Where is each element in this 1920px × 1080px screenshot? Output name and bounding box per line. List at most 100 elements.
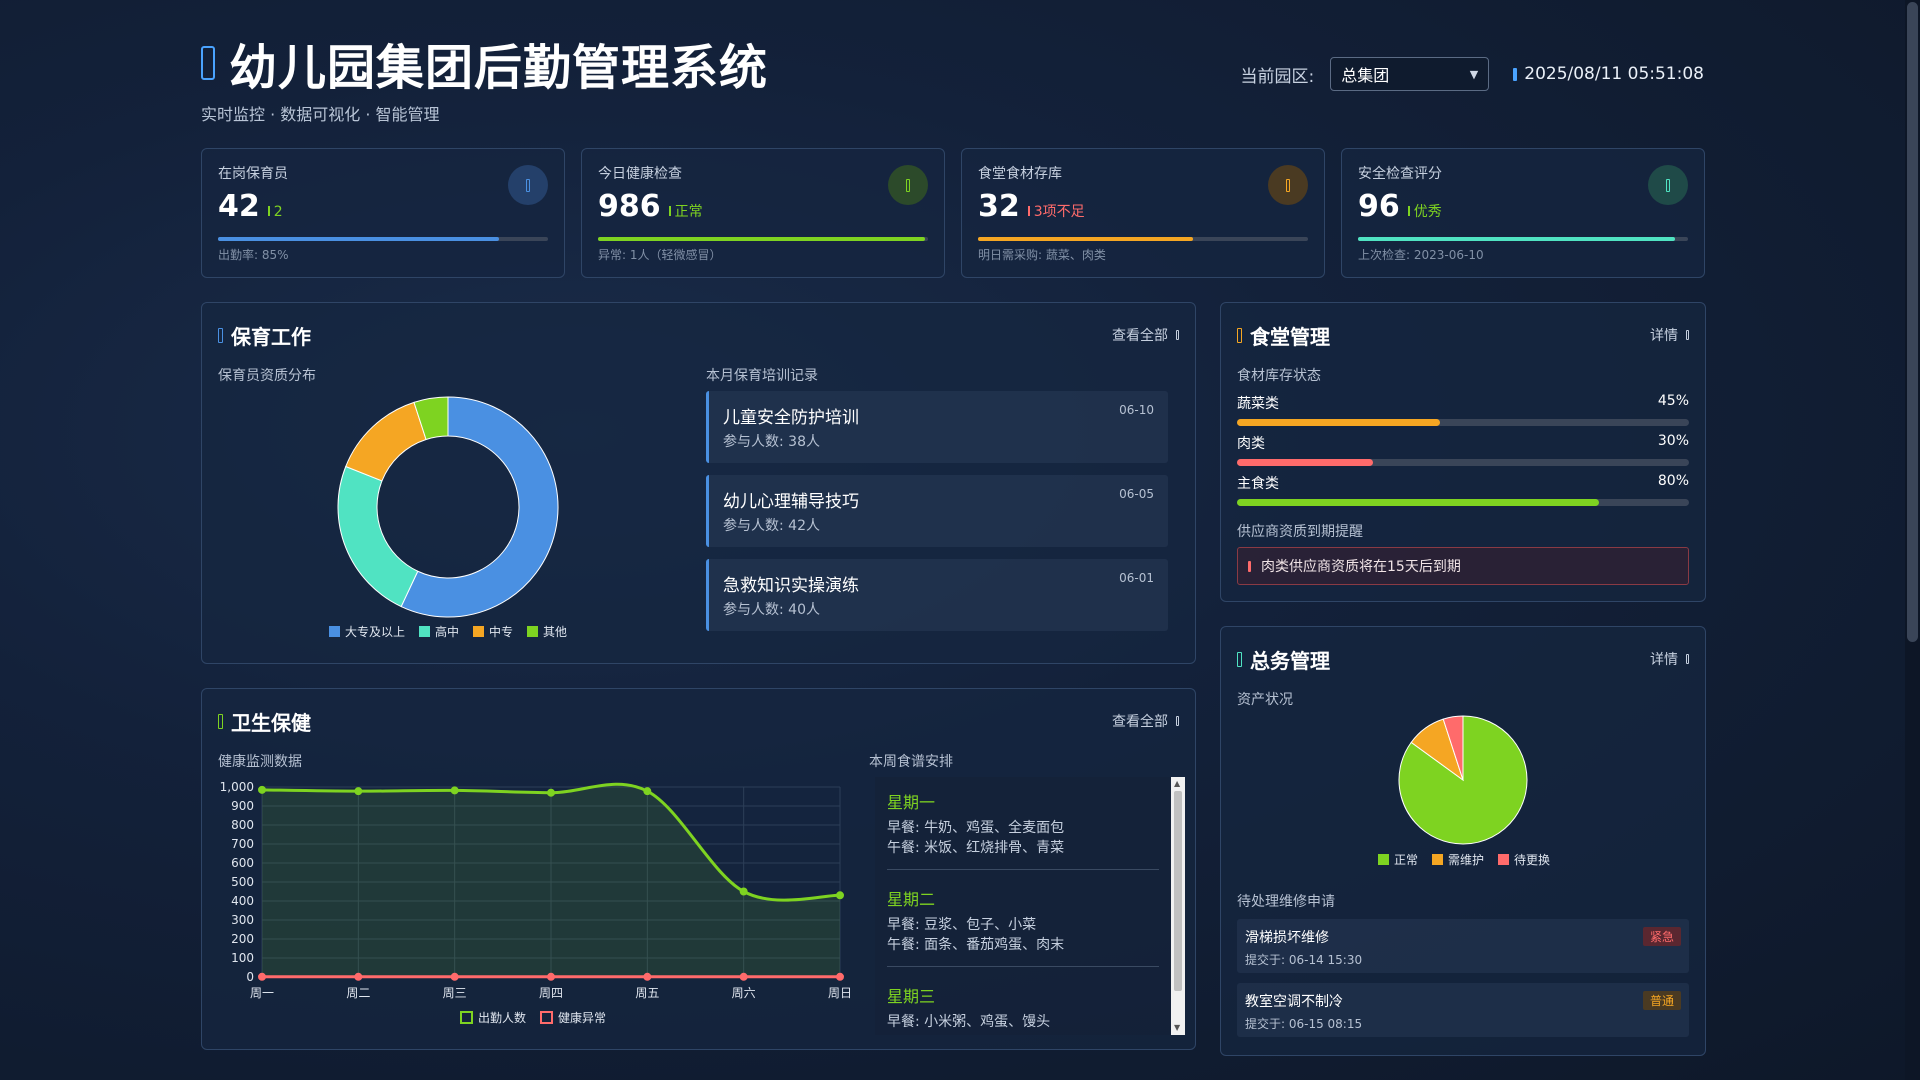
series-0-point-5[interactable] bbox=[739, 887, 748, 896]
stat-card-canteen[interactable]: 食堂食材存库 32 3项不足 明日需采购: 蔬菜、肉类 bbox=[961, 148, 1325, 278]
chevron-right-icon bbox=[1176, 716, 1179, 726]
menu-divider bbox=[887, 966, 1159, 967]
training-count: 参与人数: 38人 bbox=[723, 434, 820, 450]
health-view-all-link[interactable]: 查看全部 bbox=[1112, 711, 1179, 731]
stock-pct: 80% bbox=[1657, 473, 1689, 489]
legend-swatch bbox=[1378, 854, 1389, 865]
general-title-text: 总务管理 bbox=[1250, 649, 1330, 673]
stat-card-health[interactable]: 今日健康检查 986 正常 异常: 1人（轻微感冒） bbox=[581, 148, 945, 278]
dashboard: 幼儿园集团后勤管理系统 实时监控 · 数据可视化 · 智能管理 当前园区: 总集… bbox=[201, 0, 1706, 1080]
page-title: 幼儿园集团后勤管理系统 bbox=[229, 40, 769, 96]
series-1-point-4[interactable] bbox=[643, 972, 652, 981]
stock-bar bbox=[1237, 459, 1689, 466]
series-0-point-1[interactable] bbox=[354, 787, 363, 796]
x-tick-label: 周六 bbox=[732, 986, 756, 1000]
menu-line: 早餐: 豆浆、包子、小菜 bbox=[887, 917, 1037, 933]
series-0-point-0[interactable] bbox=[258, 785, 266, 794]
stat-foot: 明日需采购: 蔬菜、肉类 bbox=[978, 248, 1106, 262]
legend-item[interactable]: 其他 bbox=[527, 623, 567, 640]
series-1-point-1[interactable] bbox=[354, 972, 363, 981]
legend-item[interactable]: 需维护 bbox=[1432, 851, 1484, 868]
stat-foot: 出勤率: 85% bbox=[218, 248, 289, 262]
training-item[interactable]: 急救知识实操演练 参与人数: 40人 06-01 bbox=[706, 559, 1168, 631]
stat-trend: 正常 bbox=[668, 201, 703, 221]
qualification-legend: 大专及以上 高中 中专 其他 bbox=[329, 623, 567, 640]
stat-trend-text: 3项不足 bbox=[1033, 204, 1085, 220]
asset-pie-chart bbox=[1398, 715, 1528, 845]
care-link-text: 查看全部 bbox=[1112, 328, 1168, 344]
general-details-link[interactable]: 详情 bbox=[1650, 649, 1689, 669]
stat-trend: 优秀 bbox=[1407, 201, 1442, 221]
legend-label: 大专及以上 bbox=[345, 625, 406, 639]
legend-label: 待更换 bbox=[1514, 853, 1551, 867]
weekly-menu[interactable]: 星期一 早餐: 牛奶、鸡蛋、全麦面包 午餐: 米饭、红烧排骨、青菜 星期二 早餐: 豆… bbox=[875, 777, 1185, 1035]
series-1-point-3[interactable] bbox=[547, 972, 555, 981]
page-scrollbar-thumb[interactable] bbox=[1907, 2, 1918, 642]
y-tick-label: 200 bbox=[231, 932, 254, 946]
training-item[interactable]: 幼儿心理辅导技巧 参与人数: 42人 06-05 bbox=[706, 475, 1168, 547]
care-title-text: 保育工作 bbox=[231, 325, 311, 349]
legend-label: 出勤人数 bbox=[478, 1011, 527, 1025]
qualification-slice-2[interactable] bbox=[345, 401, 427, 482]
series-0-point-3[interactable] bbox=[547, 788, 555, 797]
stat-card-safety[interactable]: 安全检查评分 96 优秀 上次检查: 2023-06-10 bbox=[1341, 148, 1705, 278]
repair-badge: 紧急 bbox=[1642, 927, 1681, 946]
qualification-slice-1[interactable] bbox=[337, 465, 419, 608]
stat-foot: 异常: 1人（轻微感冒） bbox=[598, 248, 722, 262]
y-tick-label: 900 bbox=[231, 799, 254, 813]
asset-legend: 正常 需维护 待更换 bbox=[1378, 851, 1550, 868]
qualification-donut-chart bbox=[337, 396, 559, 618]
training-title: 儿童安全防护培训 bbox=[723, 408, 859, 428]
menu-scrollbar-thumb[interactable] bbox=[1174, 791, 1182, 991]
series-1-point-6[interactable] bbox=[836, 972, 844, 981]
repair-item[interactable]: 滑梯损坏维修 提交于: 06-14 15:30 紧急 bbox=[1237, 919, 1689, 973]
training-title: 急救知识实操演练 bbox=[723, 576, 859, 596]
supplier-label: 供应商资质到期提醒 bbox=[1237, 524, 1363, 540]
supplier-alert[interactable]: 肉类供应商资质将在15天后到期 bbox=[1237, 547, 1689, 585]
training-item[interactable]: 儿童安全防护培训参与人数: 38人 06-10 bbox=[706, 391, 1168, 463]
menu-day: 星期三 早餐: 小米粥、鸡蛋、馒头 bbox=[887, 983, 1159, 1032]
chevron-right-icon bbox=[1686, 330, 1689, 340]
stock-bar-fill bbox=[1237, 419, 1441, 426]
utensils-icon bbox=[1237, 328, 1242, 343]
general-panel: 总务管理 详情 资产状况 正常 需维护 待更换 待处理维修申请 滑梯损坏维修 提交… bbox=[1220, 626, 1706, 1056]
legend-swatch bbox=[1432, 854, 1444, 865]
chevron-down-icon: ▼ bbox=[1469, 67, 1479, 81]
health-panel-title: 卫生保健 bbox=[218, 707, 311, 736]
legend-item[interactable]: 出勤人数 bbox=[460, 1009, 526, 1026]
canteen-title-text: 食堂管理 bbox=[1250, 325, 1330, 349]
repair-item[interactable]: 教室空调不制冷 提交于: 06-15 08:15 普通 bbox=[1237, 983, 1689, 1037]
page-scrollbar[interactable] bbox=[1905, 0, 1920, 1080]
scroll-down-icon[interactable]: ▼ bbox=[1174, 1024, 1180, 1032]
health-title-text: 卫生保健 bbox=[231, 711, 311, 735]
legend-swatch bbox=[329, 626, 340, 637]
care-view-all-link[interactable]: 查看全部 bbox=[1112, 325, 1179, 345]
building-icon bbox=[201, 46, 215, 80]
series-1-point-2[interactable] bbox=[450, 972, 459, 981]
legend-item[interactable]: 正常 bbox=[1378, 851, 1418, 868]
stat-trend: 3项不足 bbox=[1027, 201, 1085, 221]
menu-scrollbar[interactable]: ▲ ▼ bbox=[1171, 777, 1185, 1035]
legend-item[interactable]: 待更换 bbox=[1498, 851, 1550, 868]
care-panel: 保育工作 查看全部 保育员资质分布 大专及以上 高中 中专 其他 本月保育培训记… bbox=[201, 302, 1196, 664]
training-date: 06-10 bbox=[1119, 403, 1154, 417]
legend-label: 需维护 bbox=[1448, 853, 1485, 867]
x-tick-label: 周二 bbox=[346, 986, 370, 1000]
repair-title: 教室空调不制冷 bbox=[1245, 994, 1343, 1010]
series-1-point-5[interactable] bbox=[739, 972, 748, 981]
canteen-details-link[interactable]: 详情 bbox=[1650, 325, 1689, 345]
stat-card-staff[interactable]: 在岗保育员 42 2 出勤率: 85% bbox=[201, 148, 565, 278]
scroll-up-icon[interactable]: ▲ bbox=[1174, 780, 1180, 788]
series-0-point-6[interactable] bbox=[836, 891, 844, 900]
series-0-point-4[interactable] bbox=[643, 787, 652, 796]
legend-item[interactable]: 高中 bbox=[419, 623, 459, 640]
legend-item[interactable]: 中专 bbox=[473, 623, 513, 640]
campus-select[interactable]: 总集团 ▼ bbox=[1330, 57, 1490, 91]
canteen-panel: 食堂管理 详情 食材库存状态 蔬菜类 45% 肉类 30% 主食类 80% 供应商资质… bbox=[1220, 302, 1706, 602]
legend-item[interactable]: 大专及以上 bbox=[329, 623, 405, 640]
legend-item[interactable]: 健康异常 bbox=[540, 1009, 606, 1026]
stat-label: 今日健康检查 bbox=[598, 166, 682, 182]
campus-select-value: 总集团 bbox=[1341, 66, 1390, 85]
series-1-point-0[interactable] bbox=[258, 972, 266, 981]
series-0-point-2[interactable] bbox=[450, 786, 459, 795]
